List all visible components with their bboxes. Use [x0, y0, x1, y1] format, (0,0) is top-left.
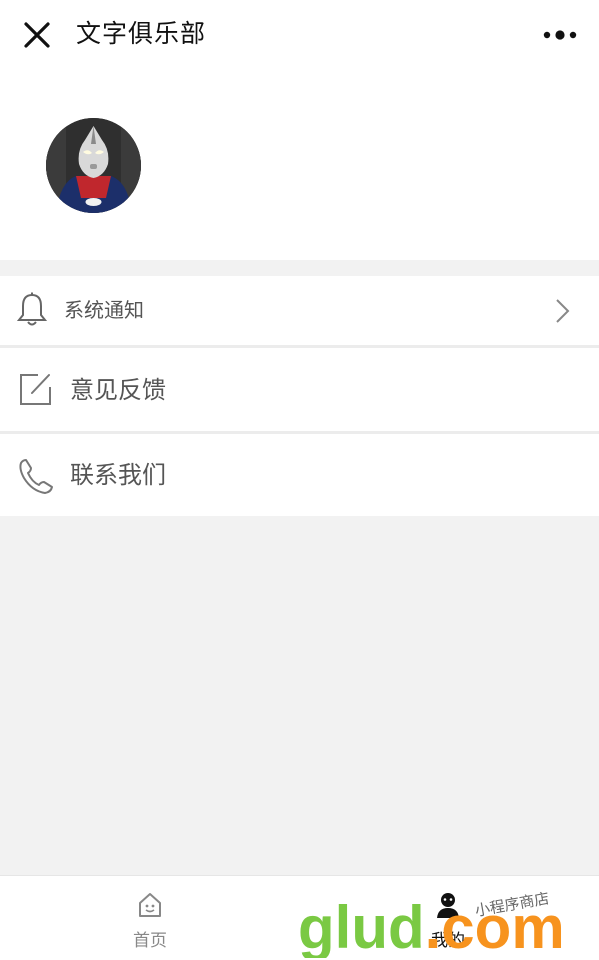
tab-home[interactable]: 首页	[60, 876, 240, 960]
menu-item-label: 意见反馈	[70, 376, 166, 404]
menu-item-system-notice[interactable]: 系统通知	[0, 276, 599, 345]
menu-item-contact-us[interactable]: 联系我们	[0, 431, 599, 516]
tab-label: 我的	[431, 931, 465, 951]
bell-icon	[16, 292, 48, 326]
bottom-tab-bar: 首页 我的	[0, 875, 599, 960]
menu-list: 系统通知 意见反馈 联系我们	[0, 276, 599, 516]
more-button[interactable]	[542, 22, 582, 48]
home-icon	[139, 893, 161, 917]
menu-item-label: 系统通知	[64, 298, 144, 322]
tab-mine[interactable]: 我的	[358, 876, 538, 960]
top-header: 文字俱乐部	[0, 0, 599, 260]
chevron-right-icon	[556, 299, 570, 323]
phone-icon	[19, 459, 53, 494]
user-avatar[interactable]	[46, 118, 141, 213]
close-button[interactable]	[20, 18, 54, 52]
tab-label: 首页	[133, 931, 167, 951]
menu-item-label: 联系我们	[70, 461, 166, 489]
person-icon	[437, 893, 459, 918]
menu-item-feedback[interactable]: 意见反馈	[0, 345, 599, 431]
edit-icon	[20, 374, 51, 405]
page-title: 文字俱乐部	[76, 19, 207, 48]
more-dots-icon	[543, 30, 577, 40]
close-icon	[24, 22, 50, 48]
